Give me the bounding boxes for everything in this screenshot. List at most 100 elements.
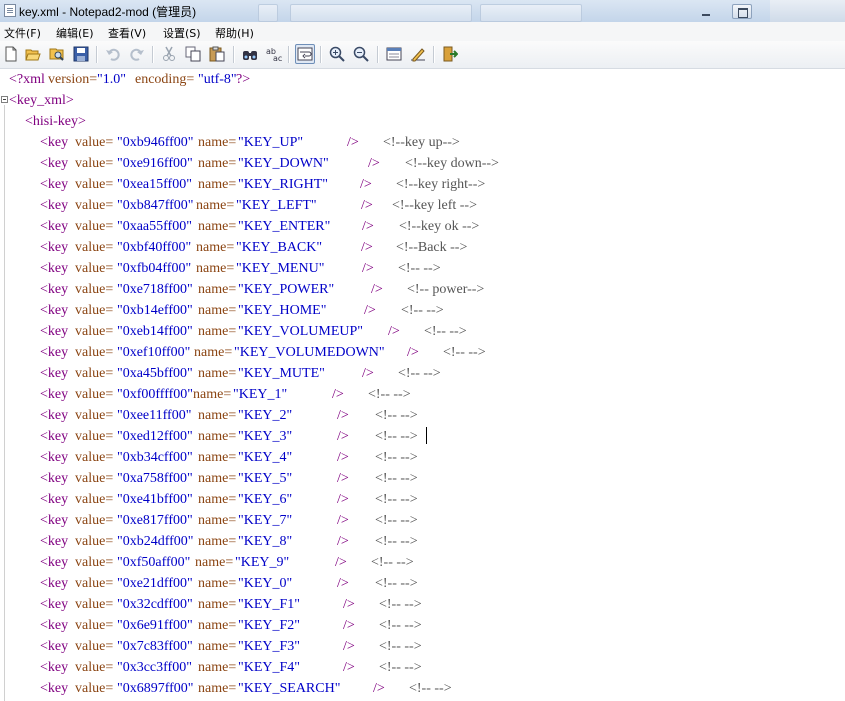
zoom-in-icon[interactable] xyxy=(329,46,345,62)
copy-icon[interactable] xyxy=(185,46,201,62)
value-attribute: value= xyxy=(75,261,114,276)
key-tag: <key xyxy=(40,345,69,360)
browse-icon[interactable] xyxy=(49,46,65,62)
key-comment: <!-- --> xyxy=(375,450,418,465)
menu-help[interactable]: 帮助(H) xyxy=(215,25,254,41)
tag-close: /> xyxy=(343,639,355,654)
redo-icon[interactable] xyxy=(129,46,145,62)
toolbar-separator xyxy=(377,46,378,63)
value-attribute: value= xyxy=(75,639,114,654)
key-name: "KEY_4" xyxy=(238,450,293,465)
name-attribute: name= xyxy=(198,282,237,297)
key-value: "0xa45bff00" xyxy=(117,366,193,381)
title-bar[interactable]: key.xml - Notepad2-mod (管理员) xyxy=(0,0,845,23)
value-attribute: value= xyxy=(75,534,114,549)
key-comment: <!--key left --> xyxy=(392,198,477,213)
editor-area[interactable]: <?xml version= "1.0" encoding= "utf-8" ?… xyxy=(0,69,845,701)
key-comment: <!--key ok --> xyxy=(399,219,480,234)
code-line-group-open: <hisi-key> xyxy=(0,111,86,132)
value-attribute: value= xyxy=(75,282,114,297)
undo-icon[interactable] xyxy=(105,46,121,62)
key-name: "KEY_F1" xyxy=(238,597,300,612)
tag-close: /> xyxy=(361,198,373,213)
tag-close: /> xyxy=(332,387,344,402)
value-attribute: value= xyxy=(75,219,114,234)
key-comment: <!-- --> xyxy=(371,555,414,570)
key-comment: <!-- --> xyxy=(375,576,418,591)
key-value: "0xb34cff00" xyxy=(117,450,193,465)
key-value: "0xb14eff00" xyxy=(117,303,193,318)
xml-decl-open: <?xml xyxy=(9,72,45,87)
maximize-button[interactable] xyxy=(732,4,752,19)
value-attribute: value= xyxy=(75,471,114,486)
tag-close: /> xyxy=(337,429,349,444)
text-cursor xyxy=(426,427,427,444)
open-folder-icon[interactable] xyxy=(25,46,41,62)
new-file-icon[interactable] xyxy=(3,46,19,62)
key-tag: <key xyxy=(40,534,69,549)
key-tag: <key xyxy=(40,681,69,696)
key-name: "KEY_7" xyxy=(238,513,293,528)
value-attribute: value= xyxy=(75,366,114,381)
root-open-tag: <key_xml> xyxy=(9,93,74,108)
name-attribute: name= xyxy=(198,135,237,150)
key-name: "KEY_MUTE" xyxy=(238,366,325,381)
key-value: "0x3cc3ff00" xyxy=(117,660,192,675)
key-comment: <!-- --> xyxy=(379,597,422,612)
key-value: "0xf50aff00" xyxy=(117,555,191,570)
name-attribute: name= xyxy=(198,660,237,675)
key-name: "KEY_1" xyxy=(233,387,288,402)
key-value: "0xe718ff00" xyxy=(117,282,193,297)
name-attribute: name= xyxy=(196,261,235,276)
value-attribute: value= xyxy=(75,492,114,507)
tag-close: /> xyxy=(371,282,383,297)
toolbar-separator xyxy=(320,46,321,63)
settings-icon[interactable] xyxy=(386,46,402,62)
tag-close: /> xyxy=(343,597,355,612)
key-name: "KEY_POWER" xyxy=(238,282,335,297)
name-attribute: name= xyxy=(198,618,237,633)
name-attribute: name= xyxy=(198,534,237,549)
tag-close: /> xyxy=(361,240,373,255)
save-icon[interactable] xyxy=(73,46,89,62)
xml-decl-close: ?> xyxy=(236,72,251,87)
name-attribute: name= xyxy=(198,492,237,507)
close-button-area[interactable] xyxy=(770,0,845,22)
tag-close: /> xyxy=(368,156,380,171)
key-value: "0xea15ff00" xyxy=(117,177,192,192)
edit-scheme-icon[interactable] xyxy=(410,46,426,62)
key-name: "KEY_BACK" xyxy=(236,240,323,255)
toolbar-separator xyxy=(96,46,97,63)
zoom-out-icon[interactable] xyxy=(353,46,369,62)
name-attribute: name= xyxy=(198,219,237,234)
key-name: "KEY_F2" xyxy=(238,618,300,633)
key-comment: <!--Back --> xyxy=(396,240,468,255)
minimize-button[interactable] xyxy=(696,4,716,19)
key-value: "0xbf40ff00" xyxy=(117,240,192,255)
cut-icon[interactable] xyxy=(161,46,177,62)
replace-icon[interactable]: ab ac xyxy=(266,46,282,62)
key-name: "KEY_DOWN" xyxy=(238,156,329,171)
tag-close: /> xyxy=(337,471,349,486)
word-wrap-icon[interactable] xyxy=(295,44,315,64)
key-comment: <!-- --> xyxy=(401,303,444,318)
menu-file[interactable]: 文件(F) xyxy=(4,25,41,41)
find-icon[interactable] xyxy=(242,46,258,62)
key-comment: <!-- --> xyxy=(375,534,418,549)
name-attribute: name= xyxy=(196,240,235,255)
value-attribute: value= xyxy=(75,597,114,612)
menu-edit[interactable]: 编辑(E) xyxy=(56,25,94,41)
name-attribute: name= xyxy=(198,177,237,192)
key-tag: <key xyxy=(40,429,69,444)
key-comment: <!-- --> xyxy=(443,345,486,360)
name-attribute: name= xyxy=(198,156,237,171)
key-tag: <key xyxy=(40,597,69,612)
tag-close: /> xyxy=(388,324,400,339)
key-tag: <key xyxy=(40,513,69,528)
key-tag: <key xyxy=(40,324,69,339)
menu-view[interactable]: 查看(V) xyxy=(108,25,146,41)
menu-settings[interactable]: 设置(S) xyxy=(163,25,201,41)
paste-icon[interactable] xyxy=(209,46,225,62)
value-attribute: value= xyxy=(75,345,114,360)
exit-icon[interactable] xyxy=(442,46,458,62)
